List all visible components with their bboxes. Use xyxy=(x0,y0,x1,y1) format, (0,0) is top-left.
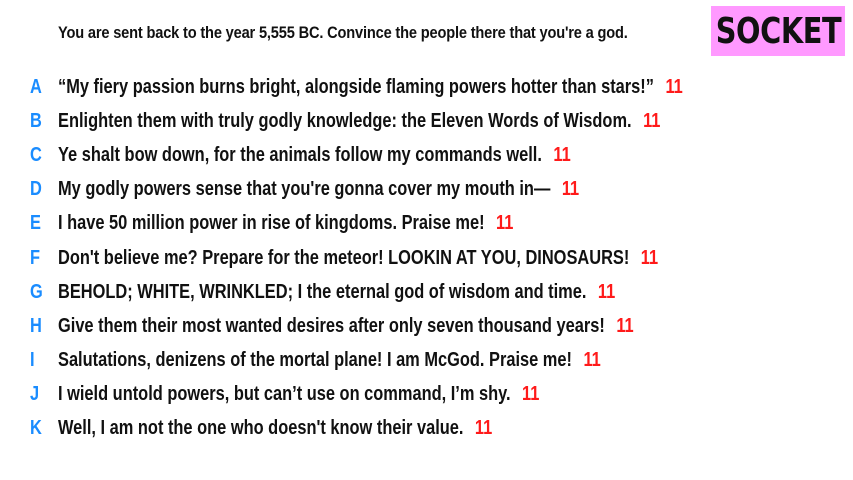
answer-text: Salutations, denizens of the mortal plan… xyxy=(58,349,572,372)
answer-text: Enlighten them with truly godly knowledg… xyxy=(58,109,632,132)
answer-text: Ye shalt bow down, for the animals follo… xyxy=(58,143,542,166)
socket-badge-label: SOCKET xyxy=(715,10,841,52)
answer-item-k: K Well, I am not the one who doesn't kno… xyxy=(0,412,853,446)
answer-letter: E xyxy=(30,212,41,235)
answer-score: 11 xyxy=(583,349,601,372)
answer-item-c: C Ye shalt bow down, for the animals fol… xyxy=(0,138,853,172)
answer-letter: B xyxy=(30,109,42,132)
answer-letter: J xyxy=(30,383,40,406)
answer-text: Give them their most wanted desires afte… xyxy=(58,314,605,337)
answer-item-f: F Don't believe me? Prepare for the mete… xyxy=(0,241,853,275)
answer-line: Well, I am not the one who doesn't know … xyxy=(58,417,492,440)
answer-item-g: G BEHOLD; WHITE, WRINKLED; I the eternal… xyxy=(0,275,853,309)
answer-score: 11 xyxy=(616,314,634,337)
answer-letter: C xyxy=(30,143,42,166)
answer-letter: A xyxy=(30,75,42,98)
answer-letter: F xyxy=(30,246,41,269)
answer-text: Well, I am not the one who doesn't know … xyxy=(58,417,464,440)
answer-line: Give them their most wanted desires afte… xyxy=(58,315,634,338)
answer-line: Ye shalt bow down, for the animals follo… xyxy=(58,144,571,167)
answer-item-j: J I wield untold powers, but can’t use o… xyxy=(0,378,853,412)
answer-letter: I xyxy=(30,349,35,372)
answer-text: “My fiery passion burns bright, alongsid… xyxy=(58,75,654,98)
answer-line: I have 50 million power in rise of kingd… xyxy=(58,212,513,235)
answer-line: Don't believe me? Prepare for the meteor… xyxy=(58,247,658,270)
answer-line: My godly powers sense that you're gonna … xyxy=(58,178,579,201)
socket-badge: SOCKET xyxy=(711,6,845,56)
answer-line: I wield untold powers, but can’t use on … xyxy=(58,383,539,406)
answer-score: 11 xyxy=(522,383,540,406)
answer-score: 11 xyxy=(643,109,661,132)
answer-list: A “My fiery passion burns bright, alongs… xyxy=(0,70,853,446)
answer-letter: K xyxy=(30,417,42,440)
answer-item-e: E I have 50 million power in rise of kin… xyxy=(0,207,853,241)
answer-item-h: H Give them their most wanted desires af… xyxy=(0,309,853,343)
answer-score: 11 xyxy=(553,143,571,166)
answer-letter: G xyxy=(30,280,43,303)
answer-text: I wield untold powers, but can’t use on … xyxy=(58,383,511,406)
answer-line: Enlighten them with truly godly knowledg… xyxy=(58,110,660,133)
answer-item-i: I Salutations, denizens of the mortal pl… xyxy=(0,344,853,378)
answer-line: BEHOLD; WHITE, WRINKLED; I the eternal g… xyxy=(58,281,615,304)
answer-text: BEHOLD; WHITE, WRINKLED; I the eternal g… xyxy=(58,280,587,303)
answer-text: I have 50 million power in rise of kingd… xyxy=(58,212,485,235)
answer-score: 11 xyxy=(665,75,683,98)
answer-score: 11 xyxy=(597,280,616,303)
answer-score: 11 xyxy=(496,212,514,235)
answer-letter: D xyxy=(30,178,42,201)
answer-item-a: A “My fiery passion burns bright, alongs… xyxy=(0,70,853,104)
answer-letter: H xyxy=(30,314,42,337)
answer-item-d: D My godly powers sense that you're gonn… xyxy=(0,173,853,207)
answer-score: 11 xyxy=(640,246,659,269)
prompt-text: You are sent back to the year 5,555 BC. … xyxy=(58,23,628,42)
answer-score: 11 xyxy=(561,178,580,201)
answer-text: Don't believe me? Prepare for the meteor… xyxy=(58,246,630,269)
answer-line: “My fiery passion burns bright, alongsid… xyxy=(58,76,683,99)
answer-text: My godly powers sense that you're gonna … xyxy=(58,178,551,201)
answer-line: Salutations, denizens of the mortal plan… xyxy=(58,349,601,372)
answer-score: 11 xyxy=(474,417,493,440)
answer-item-b: B Enlighten them with truly godly knowle… xyxy=(0,104,853,138)
